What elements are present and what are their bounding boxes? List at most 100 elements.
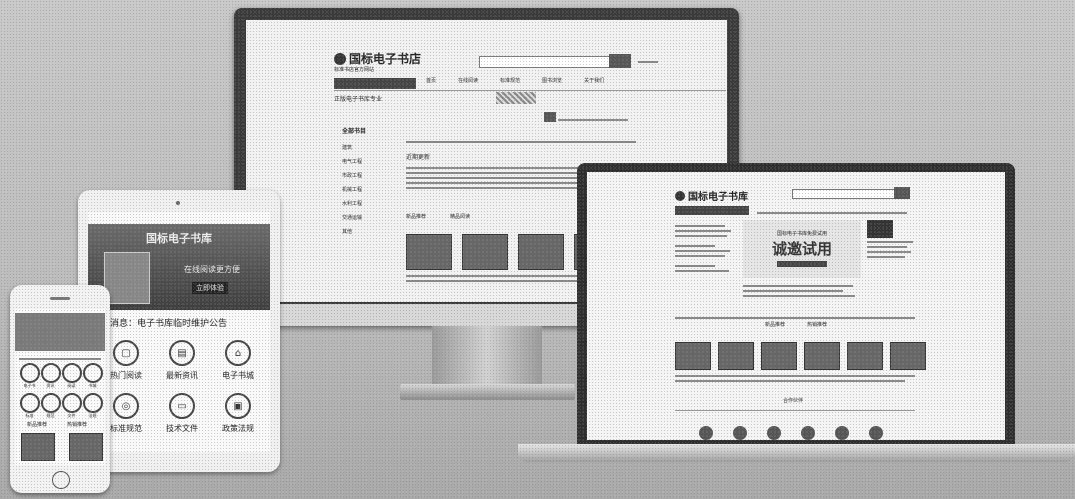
book-thumbnail[interactable] [718, 342, 754, 370]
partner-logo[interactable] [835, 426, 849, 440]
list-row[interactable] [743, 295, 855, 297]
trial-banner[interactable]: 国标电子书库免费试用 诚邀试用 [743, 220, 861, 278]
nav-item-standards[interactable]: 标准规范 [500, 78, 520, 85]
list-row[interactable] [675, 250, 730, 252]
book-thumbnail[interactable] [890, 342, 926, 370]
partner-logo[interactable] [733, 426, 747, 440]
sidebar-item[interactable]: 其他 [342, 229, 366, 236]
list-row[interactable] [675, 235, 727, 237]
search-button[interactable] [609, 54, 631, 68]
grid-item-store[interactable]: ⌂ 电子书城 [210, 340, 266, 381]
home-button[interactable] [52, 471, 70, 489]
store-icon [82, 363, 103, 383]
sidebar-item[interactable]: 机械工程 [342, 187, 366, 194]
book-thumbnail[interactable] [518, 234, 564, 270]
list-row[interactable] [675, 230, 731, 232]
banner-graphic [496, 92, 536, 104]
category-menu-button[interactable] [675, 206, 749, 215]
filter-icon[interactable] [544, 112, 556, 122]
section-divider [675, 317, 915, 319]
phone-notice[interactable] [19, 358, 101, 360]
partner-logo[interactable] [869, 426, 883, 440]
sidebar-item[interactable]: 电气工程 [342, 159, 366, 166]
sidebar-item[interactable]: 市政工程 [342, 173, 366, 180]
book-thumbnail[interactable] [847, 342, 883, 370]
nav-item-read[interactable]: 在线阅读 [458, 78, 478, 85]
partner-logo[interactable] [801, 426, 815, 440]
sidebar-item[interactable]: 水利工程 [342, 201, 366, 208]
nav-item-home[interactable]: 首页 [426, 78, 436, 85]
partner-logo[interactable] [767, 426, 781, 440]
phone-grid-item[interactable]: 文件 [61, 393, 82, 419]
grid-item-news[interactable]: ▤ 最新资讯 [154, 340, 210, 381]
banner-title: 国标电子书库 [146, 232, 212, 245]
list-row[interactable] [675, 245, 715, 247]
tab-hot[interactable]: 热销推荐 [67, 421, 87, 428]
list-row[interactable] [675, 270, 729, 272]
grid-item-file[interactable]: ▭ 技术文件 [154, 393, 210, 434]
banner-button[interactable] [777, 261, 827, 267]
nav-item-about[interactable]: 关于我们 [584, 78, 604, 85]
phone-grid-item[interactable]: 电子书 [19, 363, 40, 389]
phone-grid-label: 文件 [67, 413, 76, 418]
phone-grid-item[interactable]: 书城 [82, 363, 103, 389]
phone-grid-item[interactable]: 法规 [82, 393, 103, 419]
category-menu-button[interactable] [334, 78, 416, 89]
nav-item-books[interactable]: 图书浏览 [542, 78, 562, 85]
tab-new[interactable]: 新品推荐 [765, 322, 785, 329]
list-row[interactable] [867, 256, 905, 258]
search-button[interactable] [894, 187, 910, 199]
grid-label: 电子书城 [222, 371, 254, 380]
phone: 电子书 资讯 阅读 书城 标准 规范 文件 法规 新品推荐 热销推荐 [10, 285, 110, 493]
monitor-stand [432, 326, 542, 384]
grid-item-law[interactable]: ▣ 政策法规 [210, 393, 266, 434]
book-thumbnail[interactable] [406, 234, 452, 270]
book-thumbnail[interactable] [462, 234, 508, 270]
notice-text[interactable]: 最新消息：电子书库临时维护公告 [92, 316, 227, 329]
banner-button[interactable]: 立即体验 [192, 282, 228, 294]
tablet-icon-grid: ▢ 热门阅读 ▤ 最新资讯 ⌂ 电子书城 ◎ 标准规范 ▭ 技术文件 ▣ 政策法… [98, 340, 268, 434]
list-row[interactable] [867, 241, 913, 243]
tablet-banner[interactable]: 国标电子书库 在线阅读更方便 立即体验 [88, 224, 270, 310]
breadcrumb: 正版电子书库专业 [334, 96, 383, 103]
banner-illustration [104, 252, 150, 304]
book-thumbnail[interactable] [804, 342, 840, 370]
header-link[interactable] [638, 61, 658, 63]
phone-grid-item[interactable]: 阅读 [61, 363, 82, 389]
search-input[interactable] [479, 56, 611, 68]
section-tabs: 新品推荐 热销推荐 [765, 322, 827, 329]
update-list-header [406, 138, 646, 146]
book-thumbnail[interactable] [21, 433, 55, 461]
list-row[interactable] [675, 225, 725, 227]
search-input[interactable] [792, 189, 896, 199]
tab-new[interactable]: 新品推荐 [27, 421, 47, 428]
list-row[interactable] [406, 187, 606, 189]
monitor-logo[interactable]: 国标电子书店 标准书店官方网站 [334, 50, 421, 74]
phone-banner[interactable] [15, 313, 105, 351]
list-row[interactable] [743, 290, 843, 292]
sidebar-item[interactable]: 交通运输 [342, 215, 366, 222]
list-row[interactable] [675, 265, 715, 267]
book-thumbnail[interactable] [69, 433, 103, 461]
main-nav[interactable] [757, 212, 907, 214]
sidebar-item[interactable]: 建筑 [342, 145, 366, 152]
filter-links[interactable] [558, 119, 628, 121]
book-thumbnail[interactable] [761, 342, 797, 370]
tablet-screen: 国标电子书库 在线阅读更方便 立即体验 最新消息：电子书库临时维护公告 ▢ 热门… [88, 212, 270, 452]
phone-grid-item[interactable]: 资讯 [40, 363, 61, 389]
grid-label: 技术文件 [166, 424, 198, 433]
phone-screen: 电子书 资讯 阅读 书城 标准 规范 文件 法规 新品推荐 热销推荐 [15, 309, 105, 465]
list-row[interactable] [675, 255, 725, 257]
list-row[interactable] [743, 285, 853, 287]
list-row[interactable] [867, 246, 907, 248]
phone-grid-item[interactable]: 标准 [19, 393, 40, 419]
phone-grid-item[interactable]: 规范 [40, 393, 61, 419]
tab-hot[interactable]: 热销推荐 [807, 322, 827, 329]
laptop-logo[interactable]: 国标电子书库 [675, 188, 748, 203]
tab-new[interactable]: 新品推荐 [406, 214, 426, 221]
logo-text: 国标电子书店 [349, 52, 422, 66]
book-thumbnail[interactable] [675, 342, 711, 370]
partner-logo[interactable] [699, 426, 713, 440]
tab-featured[interactable]: 精品阅读 [450, 214, 470, 221]
list-row[interactable] [867, 251, 911, 253]
